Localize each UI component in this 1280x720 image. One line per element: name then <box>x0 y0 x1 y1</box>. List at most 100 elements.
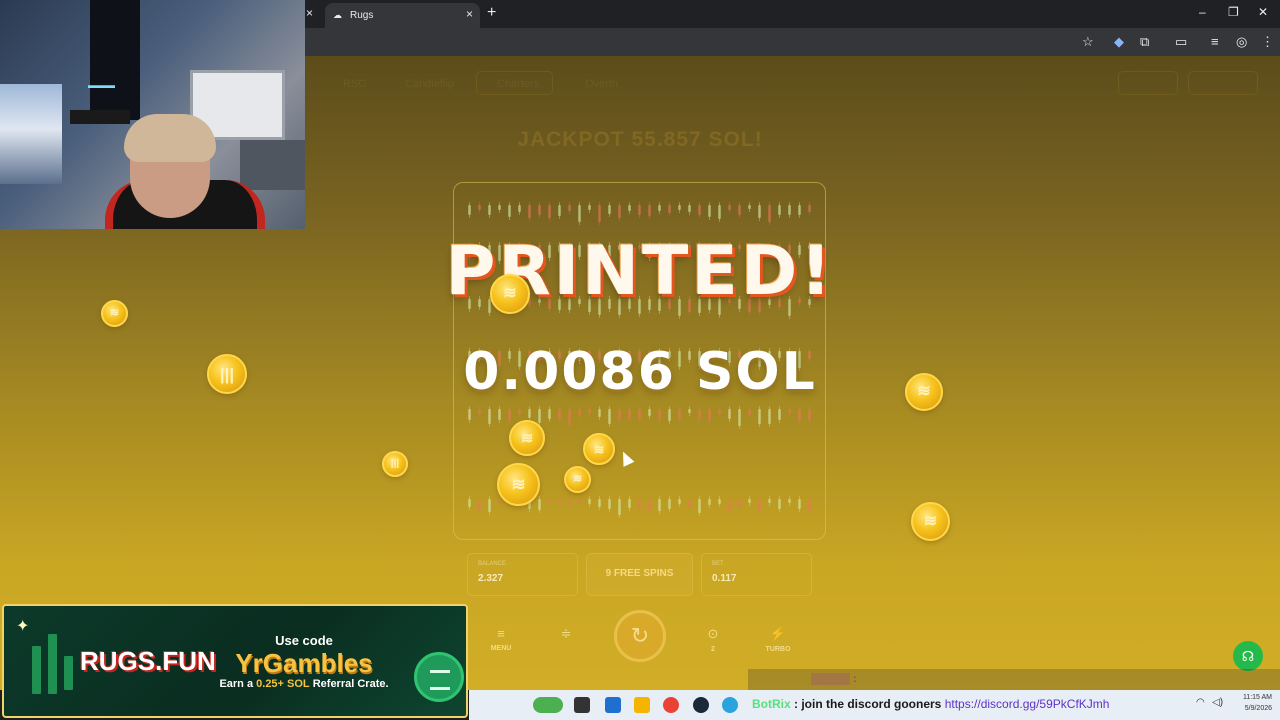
store-icon[interactable] <box>605 697 621 713</box>
support-chat-button[interactable]: ☊ <box>1233 641 1263 671</box>
candle-body <box>688 499 691 508</box>
candle-body <box>688 409 691 413</box>
weather-icon[interactable] <box>533 697 563 713</box>
win-amount: 0.0086 SOL <box>463 342 817 402</box>
system-clock[interactable]: 11:15 AM 5/9/2026 <box>1228 692 1272 714</box>
coin-icon: ≋ <box>509 420 545 456</box>
earn-amount: 0.25+ SOL <box>256 678 310 690</box>
candle-body <box>588 409 591 413</box>
candle-body <box>748 499 751 503</box>
candle-body <box>668 409 671 421</box>
promo-code: YrGambles <box>235 648 373 678</box>
candle-body <box>758 409 761 424</box>
candle-body <box>798 499 801 509</box>
candle-body <box>538 499 541 510</box>
file-explorer-icon[interactable] <box>634 697 650 713</box>
spin-button[interactable]: ↻ <box>614 610 666 662</box>
solana-coin-icon <box>414 652 464 702</box>
wallet-button[interactable] <box>1118 71 1178 95</box>
candle-body <box>718 499 721 504</box>
turbo-button[interactable]: ⚡ TURBO <box>753 626 803 653</box>
chat-link[interactable]: https://discord.gg/59PkCfKJmh <box>945 697 1110 711</box>
candle-body <box>658 409 661 420</box>
wifi-icon[interactable]: ◠ <box>1196 697 1205 708</box>
candle-body <box>508 409 511 421</box>
candle-body <box>638 499 641 509</box>
new-tab-button[interactable]: + <box>487 4 496 22</box>
candle-body <box>708 499 711 505</box>
restore-button[interactable]: ❐ <box>1228 5 1239 19</box>
candle-body <box>648 499 651 513</box>
candle-body <box>548 499 551 504</box>
candle-body <box>728 499 731 513</box>
nav-candleflip[interactable]: Candleflip <box>405 78 454 90</box>
candle-body <box>638 409 641 419</box>
wall-tv <box>90 0 140 120</box>
coin-icon: ≋ <box>101 300 128 327</box>
desk-shelf <box>70 110 130 124</box>
candle-body <box>708 409 711 421</box>
minimize-button[interactable]: – <box>1199 5 1206 19</box>
candle-body <box>628 205 631 211</box>
star-icon[interactable]: ☆ <box>1082 34 1094 50</box>
candle-body <box>588 499 591 504</box>
autospin-button[interactable]: ⊙ 2 <box>688 626 738 653</box>
media-icon[interactable]: ▭ <box>1175 34 1187 50</box>
candle-body <box>788 499 791 503</box>
candle-body <box>738 499 741 508</box>
neon-sign: ▬▬▬ <box>88 80 115 90</box>
coin-icon: ≋ <box>911 502 950 541</box>
sound-button[interactable]: ≑ <box>541 626 591 642</box>
candle-body <box>488 499 491 512</box>
nav-rsc[interactable]: RSC <box>343 78 366 90</box>
account-button[interactable] <box>1188 71 1258 95</box>
candle-body <box>548 205 551 218</box>
volume-icon[interactable]: ◁) <box>1212 697 1223 708</box>
headset-icon: ☊ <box>1241 647 1255 664</box>
candle-body <box>748 409 751 415</box>
candle-body <box>648 205 651 216</box>
nav-overtn[interactable]: Overtn <box>585 78 618 90</box>
free-spins-box[interactable]: 9 FREE SPINS <box>586 553 693 596</box>
candle-body <box>678 499 681 504</box>
task-view-icon[interactable] <box>574 697 590 713</box>
rugs-fun-logo: RUGS.FUN <box>80 646 216 676</box>
more-icon[interactable]: ⋮ <box>1261 34 1274 50</box>
candle-body <box>468 409 471 420</box>
candle-body <box>708 205 711 217</box>
candle-body <box>718 409 721 414</box>
extension-color-icon[interactable]: ◆ <box>1114 34 1124 50</box>
candle-body <box>698 409 701 419</box>
telegram-icon[interactable] <box>722 697 738 713</box>
candle-body <box>578 499 581 504</box>
use-code-label: Use code <box>275 633 333 648</box>
tab-close-icon[interactable]: × <box>466 7 473 21</box>
candle-body <box>518 205 521 212</box>
candle-body <box>668 205 671 213</box>
candle-body <box>598 205 601 222</box>
candle-body <box>768 205 771 222</box>
autospin-count: 2 <box>711 646 715 653</box>
candle-body <box>628 499 631 508</box>
playlist-icon[interactable]: ≡ <box>1211 34 1219 49</box>
bet-box[interactable]: BET 0.117 <box>701 553 812 596</box>
nav-charters[interactable]: Charters <box>497 78 539 90</box>
chrome-icon[interactable] <box>663 697 679 713</box>
sound-icon: ≑ <box>560 626 572 641</box>
candle-body <box>488 409 491 424</box>
candle-body <box>678 409 681 419</box>
candle-body <box>508 205 511 217</box>
candle-body <box>528 205 531 218</box>
tab-rugs[interactable]: ☁ Rugs × <box>325 3 480 28</box>
steam-icon[interactable] <box>693 697 709 713</box>
coin-icon: ≋ <box>564 466 591 493</box>
prev-tab-close-icon[interactable]: × <box>306 6 313 20</box>
puzzle-icon[interactable]: ⧉ <box>1140 34 1149 50</box>
close-window-button[interactable]: ✕ <box>1258 5 1268 19</box>
candle-body <box>628 409 631 419</box>
lightning-icon: ⚡ <box>769 626 787 641</box>
menu-button[interactable]: ≡ MENU <box>476 626 526 652</box>
candle-body <box>548 409 551 419</box>
candle-body <box>498 409 501 420</box>
profile-icon[interactable]: ◎ <box>1236 34 1247 50</box>
